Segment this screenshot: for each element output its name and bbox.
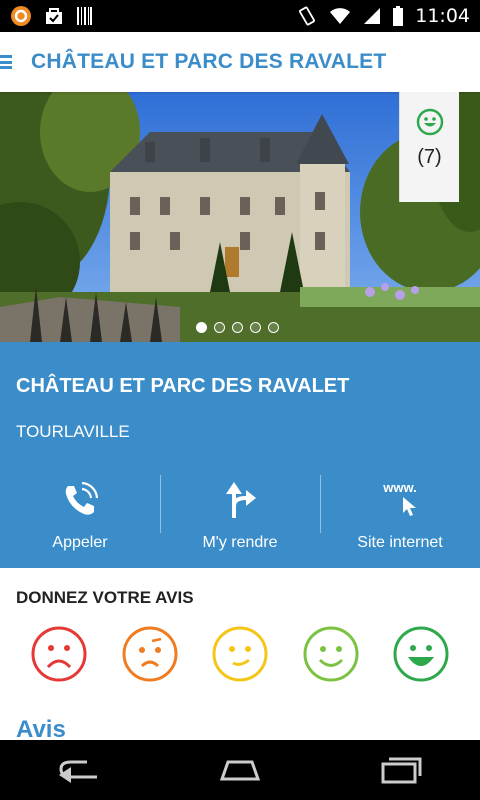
very-unhappy-face-icon[interactable]: [30, 625, 88, 683]
website-label: Site internet: [357, 534, 443, 551]
carousel-dot[interactable]: [214, 322, 225, 333]
phone-icon: [65, 481, 99, 515]
feedback-title: DONNEZ VOTRE AVIS: [16, 588, 194, 607]
barcode-icon: [77, 7, 92, 25]
signal-icon: [364, 8, 381, 24]
action-row: Appeler M'y rendre www. Site internet: [0, 475, 480, 565]
carousel-dot[interactable]: [232, 322, 243, 333]
back-icon[interactable]: [57, 757, 101, 783]
place-info-panel: CHÂTEAU ET PARC DES RAVALET TOURLAVILLE …: [0, 342, 480, 568]
directions-button[interactable]: M'y rendre: [160, 475, 320, 565]
place-city: TOURLAVILLE: [16, 422, 130, 441]
app-bar: CHÂTEAU ET PARC DES RAVALET: [0, 32, 480, 92]
call-button[interactable]: Appeler: [0, 475, 160, 565]
carousel-dot[interactable]: [196, 322, 207, 333]
neutral-face-icon[interactable]: [211, 625, 269, 683]
call-label: Appeler: [52, 534, 108, 551]
directions-label: M'y rendre: [202, 534, 278, 551]
status-bar: 11:04: [0, 0, 480, 32]
notification-app-icon: [11, 6, 31, 26]
home-icon[interactable]: [216, 757, 264, 783]
website-button[interactable]: www. Site internet: [320, 475, 480, 565]
rating-count: (7): [417, 146, 442, 168]
happy-face-icon[interactable]: [302, 625, 360, 683]
shopping-bag-icon: [46, 8, 62, 24]
page-title: CHÂTEAU ET PARC DES RAVALET: [31, 50, 387, 73]
carousel-dot[interactable]: [268, 322, 279, 333]
recent-apps-icon[interactable]: [379, 756, 423, 784]
status-time: 11:04: [415, 5, 470, 27]
carousel-indicator: [196, 322, 279, 333]
directions-icon: [226, 482, 256, 518]
happy-face-icon: [416, 108, 443, 136]
rotate-icon: [299, 6, 316, 26]
menu-icon[interactable]: [0, 53, 14, 71]
very-happy-face-icon[interactable]: [392, 625, 450, 683]
cursor-icon: [403, 497, 416, 516]
system-nav-bar: [0, 740, 480, 800]
wifi-icon: [330, 8, 351, 24]
place-name: CHÂTEAU ET PARC DES RAVALET: [16, 375, 350, 397]
unhappy-face-icon[interactable]: [121, 625, 179, 683]
carousel-dot[interactable]: [250, 322, 261, 333]
feedback-faces: [30, 625, 450, 683]
www-icon: www.: [380, 480, 420, 520]
battery-icon: [393, 6, 404, 26]
rating-badge[interactable]: (7): [399, 92, 459, 202]
